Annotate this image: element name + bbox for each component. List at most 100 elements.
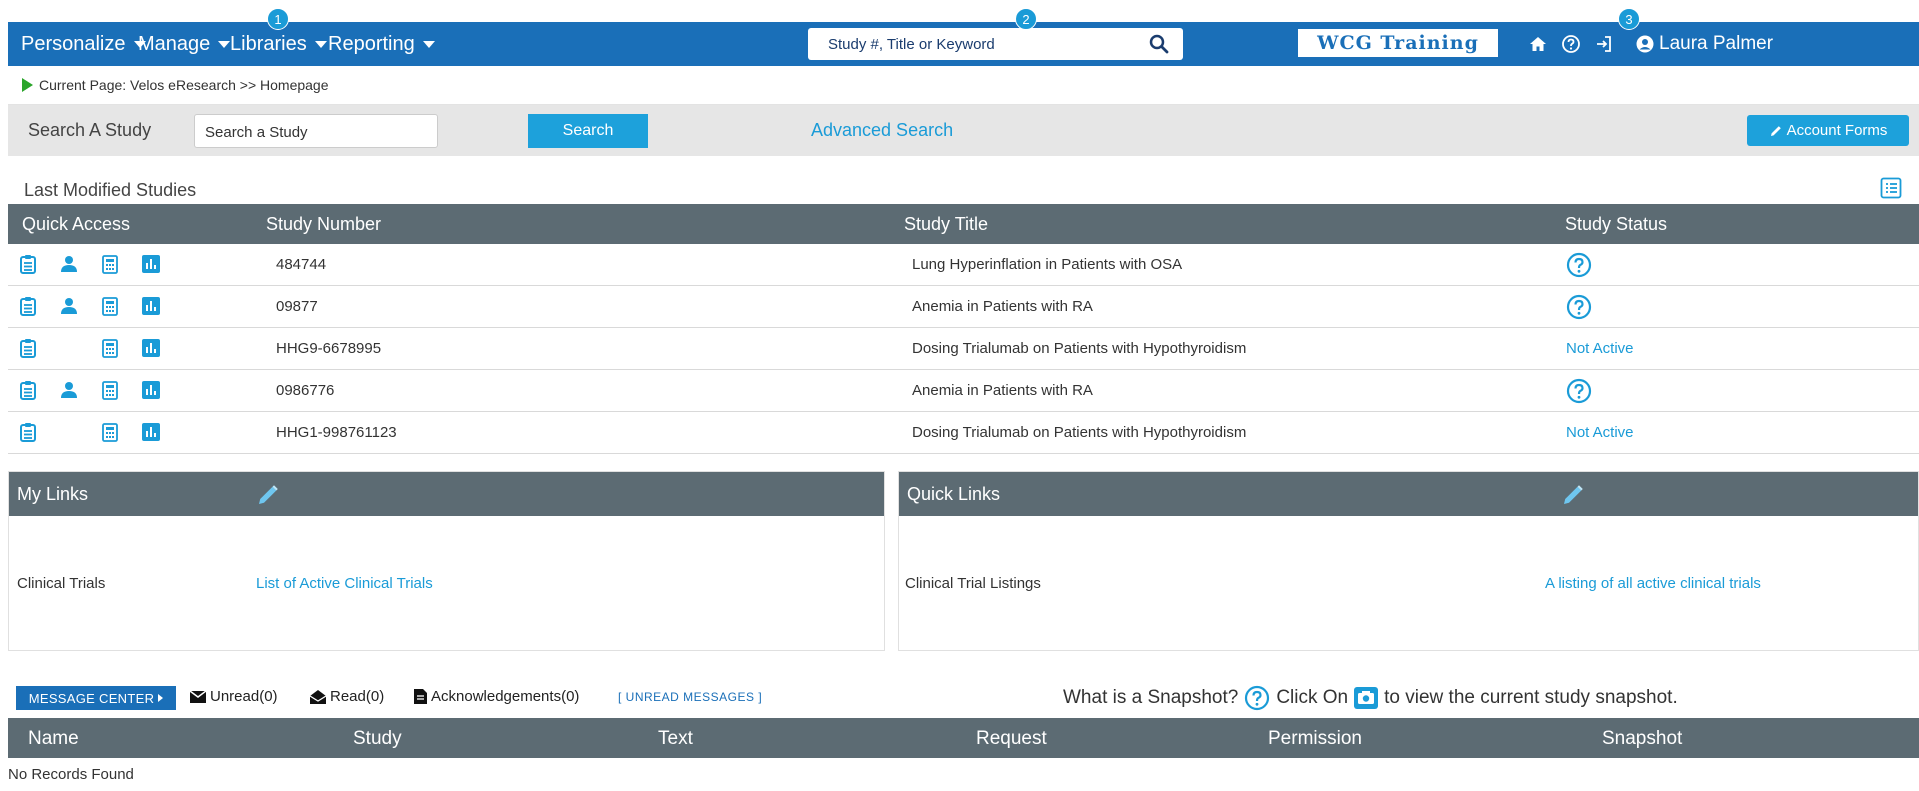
help-icon[interactable] (1566, 294, 1592, 320)
column-header[interactable]: Study Title (904, 214, 988, 235)
study-number[interactable]: 484744 (276, 256, 326, 273)
study-search-button[interactable]: Search (528, 114, 648, 148)
quick-links-link[interactable]: A listing of all active clinical trials (1545, 575, 1761, 592)
study-number[interactable]: HHG9-6678995 (276, 340, 381, 357)
unread-count: Unread(0) (210, 688, 278, 705)
study-number[interactable]: HHG1-998761123 (276, 424, 397, 441)
study-search-bar: Search A Study Search a Study Search Adv… (8, 105, 1919, 156)
study-clipboard-icon[interactable] (18, 254, 38, 274)
read-filter[interactable]: Read(0) (310, 688, 384, 705)
column-header[interactable]: Text (658, 728, 693, 750)
study-number[interactable]: 0986776 (276, 382, 334, 399)
my-links-name: Clinical Trials (17, 575, 106, 592)
help-icon[interactable] (1566, 378, 1592, 404)
help-icon[interactable] (1244, 685, 1270, 711)
table-view-icon[interactable] (1880, 177, 1902, 199)
global-search-input[interactable]: Study #, Title or Keyword (808, 28, 1183, 60)
menu-label: Reporting (328, 32, 415, 55)
study-title[interactable]: Anemia in Patients with RA (912, 298, 1093, 315)
user-name: Laura Palmer (1659, 33, 1774, 54)
calculator-icon[interactable] (100, 296, 120, 316)
calculator-icon[interactable] (100, 338, 120, 358)
study-clipboard-icon[interactable] (18, 380, 38, 400)
menu-label: Personalize (21, 32, 126, 55)
study-clipboard-icon[interactable] (18, 338, 38, 358)
column-header[interactable]: Name (28, 728, 79, 750)
patient-icon[interactable] (59, 380, 79, 400)
studies-table-header: Quick Access Study Number Study Title St… (8, 204, 1919, 244)
calculator-icon[interactable] (100, 254, 120, 274)
messages-table-header: Name Study Text Request Permission Snaps… (8, 718, 1919, 758)
bar-chart-icon[interactable] (141, 254, 161, 274)
acknowledgements-count: Acknowledgements(0) (431, 688, 580, 705)
menu-manage[interactable]: Manage (138, 22, 231, 66)
acknowledgements-filter[interactable]: Acknowledgements(0) (414, 688, 579, 705)
snapshot-question: What is a Snapshot? (1063, 687, 1239, 708)
edit-pencil-icon[interactable] (256, 483, 280, 507)
my-links-header: My Links (9, 472, 884, 516)
quick-links-name: Clinical Trial Listings (905, 575, 1041, 592)
menu-personalize[interactable]: Personalize (21, 22, 146, 66)
help-icon[interactable] (1566, 252, 1592, 278)
patient-icon[interactable] (59, 254, 79, 274)
bar-chart-icon[interactable] (141, 296, 161, 316)
quick-links-header: Quick Links (899, 472, 1918, 516)
study-title[interactable]: Anemia in Patients with RA (912, 382, 1093, 399)
account-forms-button[interactable]: Account Forms (1747, 115, 1909, 146)
caret-down-icon (218, 40, 231, 48)
message-center-button[interactable]: MESSAGE CENTER (16, 686, 176, 710)
bar-chart-icon[interactable] (141, 338, 161, 358)
global-search-placeholder: Study #, Title or Keyword (828, 36, 995, 53)
study-status[interactable]: Not Active (1566, 340, 1634, 357)
snapshot-click-on: Click On (1276, 687, 1349, 708)
snapshot-hint: What is a Snapshot? Click On to view the… (1063, 685, 1678, 711)
document-icon (414, 689, 427, 704)
user-menu[interactable]: Laura Palmer (1635, 22, 1773, 66)
read-count: Read(0) (330, 688, 385, 705)
study-clipboard-icon[interactable] (18, 422, 38, 442)
bar-chart-icon[interactable] (141, 380, 161, 400)
column-header[interactable]: Study Status (1565, 214, 1667, 235)
column-header[interactable]: Permission (1268, 728, 1362, 750)
calculator-icon[interactable] (100, 422, 120, 442)
help-icon[interactable] (1561, 34, 1581, 54)
menu-reporting[interactable]: Reporting (328, 22, 435, 66)
my-links-link[interactable]: List of Active Clinical Trials (256, 575, 433, 592)
callout-badge-2: 2 (1015, 8, 1037, 30)
study-row: 09877 Anemia in Patients with RA (8, 286, 1919, 328)
column-header[interactable]: Request (976, 728, 1047, 750)
study-search-input[interactable]: Search a Study (194, 114, 438, 148)
study-search-label: Search A Study (28, 120, 152, 140)
column-header[interactable]: Study Number (266, 214, 381, 235)
study-clipboard-icon[interactable] (18, 296, 38, 316)
bar-chart-icon[interactable] (141, 422, 161, 442)
study-search-placeholder: Search a Study (205, 124, 308, 141)
column-header: Quick Access (22, 214, 131, 234)
study-title[interactable]: Dosing Trialumab on Patients with Hypoth… (912, 340, 1246, 357)
envelope-open-icon (310, 689, 326, 704)
column-header[interactable]: Snapshot (1602, 728, 1682, 750)
study-number[interactable]: 09877 (276, 298, 318, 315)
patient-icon[interactable] (59, 296, 79, 316)
envelope-icon (190, 690, 206, 703)
unread-filter[interactable]: Unread(0) (190, 688, 278, 705)
search-icon[interactable] (1149, 34, 1169, 54)
quick-links-title: Quick Links (907, 484, 1001, 504)
column-header[interactable]: Study (353, 728, 402, 750)
unread-messages-link[interactable]: [ UNREAD MESSAGES ] (618, 690, 762, 704)
study-title[interactable]: Lung Hyperinflation in Patients with OSA (912, 256, 1182, 273)
home-icon[interactable] (1528, 34, 1548, 54)
menu-label: Libraries (230, 32, 307, 55)
advanced-search-link[interactable]: Advanced Search (811, 120, 953, 141)
study-title[interactable]: Dosing Trialumab on Patients with Hypoth… (912, 424, 1246, 441)
logout-icon[interactable] (1594, 34, 1614, 54)
no-records-message: No Records Found (8, 766, 134, 783)
camera-icon (1354, 687, 1379, 709)
brand-logo: WCG Training (1298, 29, 1498, 57)
menu-label: Manage (138, 32, 211, 55)
breadcrumb: Current Page: Velos eResearch >> Homepag… (8, 66, 1919, 105)
study-status[interactable]: Not Active (1566, 424, 1634, 441)
callout-badge-1: 1 (267, 8, 289, 30)
calculator-icon[interactable] (100, 380, 120, 400)
edit-pencil-icon[interactable] (1561, 483, 1585, 507)
